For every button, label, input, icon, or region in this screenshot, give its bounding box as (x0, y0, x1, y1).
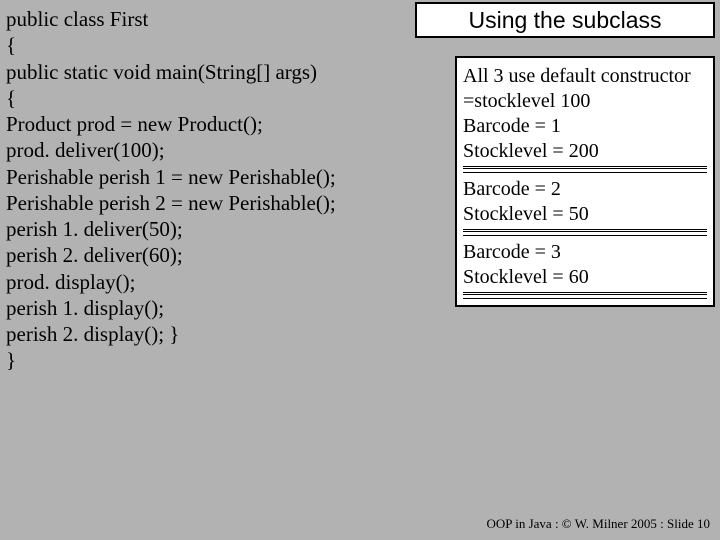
output-line: All 3 use default constructor (463, 64, 707, 89)
slide-footer: OOP in Java : © W. Milner 2005 : Slide 1… (486, 516, 710, 532)
divider (463, 292, 707, 299)
code-block: public class First { public static void … (6, 6, 406, 374)
output-box: All 3 use default constructor =stockleve… (455, 56, 715, 307)
code-line: prod. deliver(100); (6, 137, 406, 163)
divider (463, 229, 707, 236)
code-line: Perishable perish 2 = new Perishable(); (6, 190, 406, 216)
code-line: } (6, 347, 406, 373)
slide: public class First { public static void … (0, 0, 720, 540)
code-line: Perishable perish 1 = new Perishable(); (6, 164, 406, 190)
code-line: perish 1. deliver(50); (6, 216, 406, 242)
code-line: public static void main(String[] args) (6, 59, 406, 85)
code-line: prod. display(); (6, 269, 406, 295)
slide-title: Using the subclass (415, 2, 715, 38)
output-line: Stocklevel = 200 (463, 139, 707, 164)
code-line: Product prod = new Product(); (6, 111, 406, 137)
divider (463, 166, 707, 173)
code-line: perish 1. display(); (6, 295, 406, 321)
code-line: { (6, 32, 406, 58)
output-line: =stocklevel 100 (463, 89, 707, 114)
code-line: public class First (6, 6, 406, 32)
output-line: Stocklevel = 60 (463, 265, 707, 290)
output-line: Barcode = 2 (463, 177, 707, 202)
code-line: { (6, 85, 406, 111)
code-line: perish 2. display(); } (6, 321, 406, 347)
output-line: Stocklevel = 50 (463, 202, 707, 227)
output-line: Barcode = 3 (463, 240, 707, 265)
output-line: Barcode = 1 (463, 114, 707, 139)
code-line: perish 2. deliver(60); (6, 242, 406, 268)
